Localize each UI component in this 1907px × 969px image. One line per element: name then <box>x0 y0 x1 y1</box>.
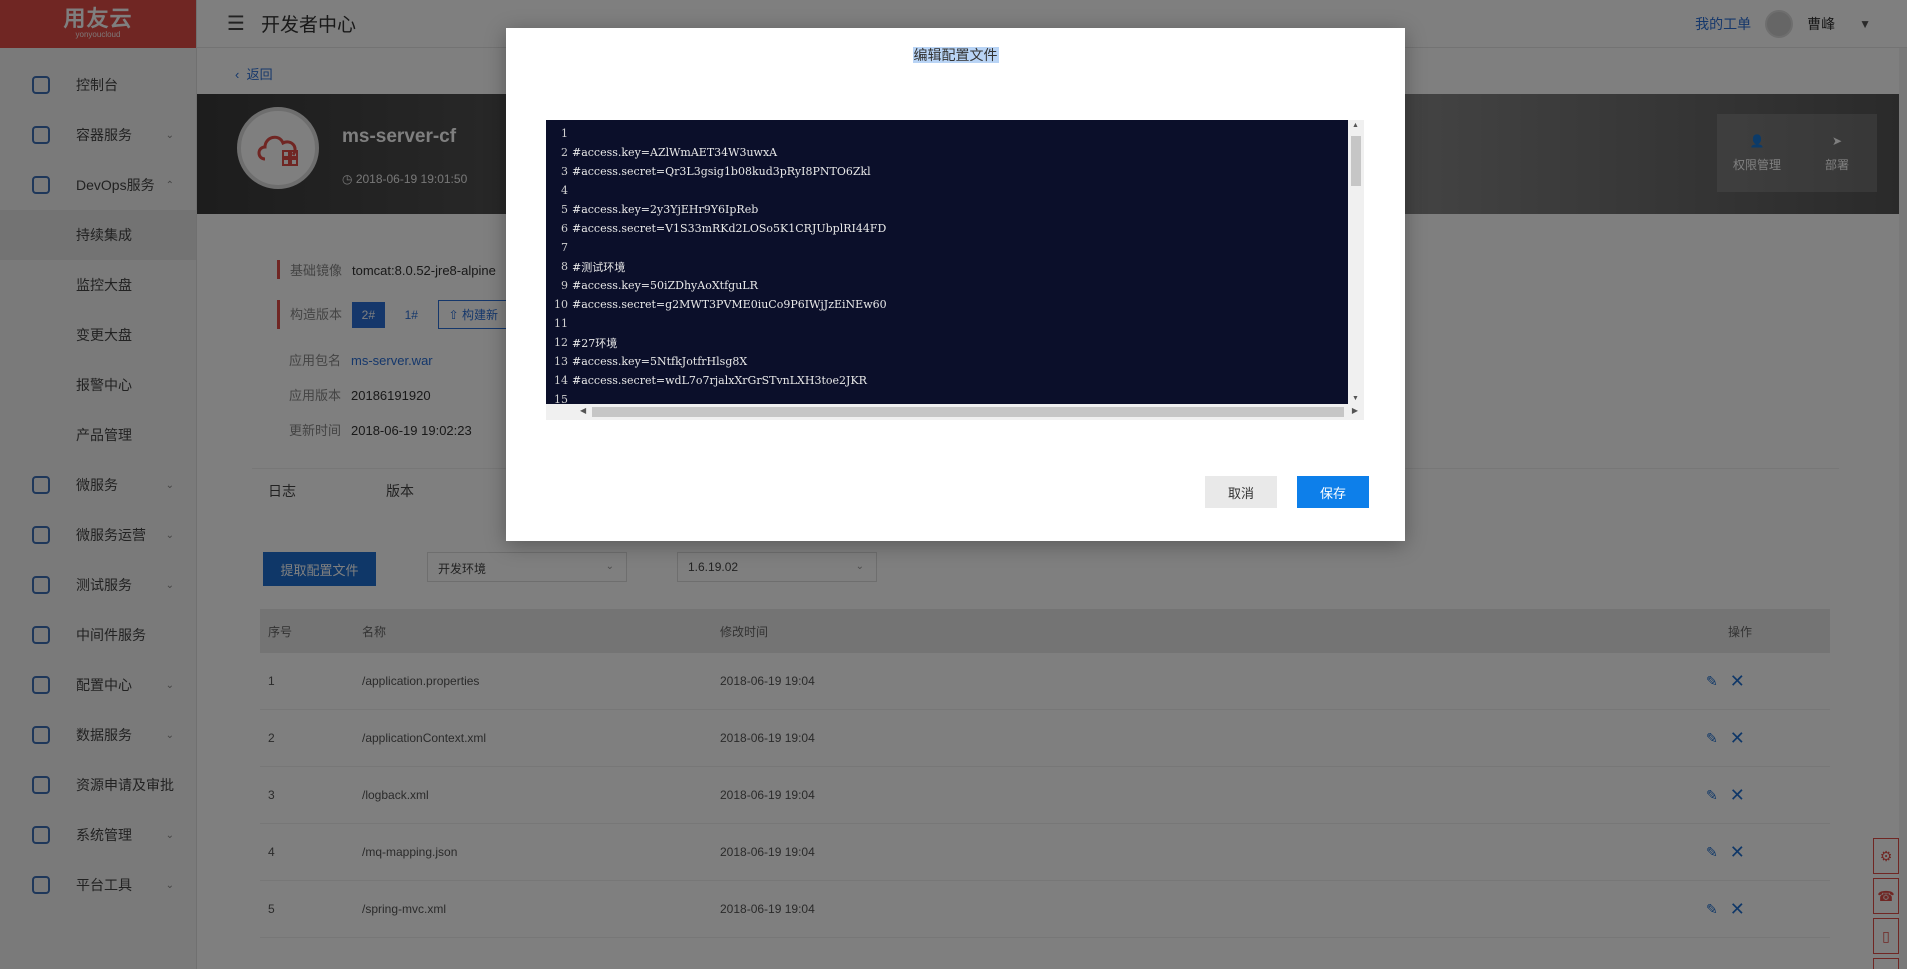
line-number: 4 <box>561 184 568 197</box>
modal-title-text: 编辑配置文件 <box>912 47 999 63</box>
code-line[interactable]: 15 <box>546 390 1348 404</box>
line-number: 5 <box>561 203 568 216</box>
line-text[interactable]: #access.key=AZlWmAET34W3uwxA <box>572 146 777 159</box>
cancel-button[interactable]: 取消 <box>1205 476 1277 508</box>
code-line[interactable]: 9 #access.key=50iZDhyAoXtfguLR <box>546 276 1348 295</box>
modal-title: 编辑配置文件 <box>506 45 1405 65</box>
vertical-scroll-thumb[interactable] <box>1351 136 1361 186</box>
code-line[interactable]: 3 #access.secret=Qr3L3gsig1b08kud3pRyI8PN… <box>546 162 1348 181</box>
line-number: 11 <box>554 317 568 330</box>
line-number: 7 <box>561 241 568 254</box>
code-line[interactable]: 5 #access.key=2y3YjEHr9Y6IpReb <box>546 200 1348 219</box>
code-line[interactable]: 14 #access.secret=wdL7o7rjalxXrGrSTvnLXH3… <box>546 371 1348 390</box>
line-number: 13 <box>554 355 568 368</box>
scroll-left-icon[interactable]: ◀ <box>580 406 586 415</box>
scroll-down-icon[interactable]: ▼ <box>1352 395 1359 402</box>
code-line[interactable]: 8 #测试环境 <box>546 257 1348 276</box>
line-number: 2 <box>561 146 568 159</box>
code-line[interactable]: 13 #access.key=5NtfkJotfrHlsg8X <box>546 352 1348 371</box>
edit-config-modal: 编辑配置文件 1#正式环境 2 #access.key=AZlWmAET34W3uw… <box>506 28 1405 541</box>
line-number: 6 <box>561 222 568 235</box>
code-lines[interactable]: 1#正式环境 2 #access.key=AZlWmAET34W3uwxA 3 #acc… <box>546 120 1348 404</box>
line-text[interactable]: #access.key=5NtfkJotfrHlsg8X <box>572 355 747 368</box>
code-line[interactable]: 6 #access.secret=V1S33mRKd2LOSo5K1CRJUbpl… <box>546 219 1348 238</box>
line-number: 1 <box>561 127 568 140</box>
line-text[interactable]: #access.secret=g2MWT3PVME0iuCo9P6IWjJzEi… <box>572 298 887 311</box>
line-number: 10 <box>554 298 568 311</box>
line-text[interactable]: #access.secret=wdL7o7rjalxXrGrSTvnLXH3to… <box>572 374 867 387</box>
line-number: 15 <box>554 393 568 404</box>
line-text[interactable]: #access.key=50iZDhyAoXtfguLR <box>572 279 758 292</box>
code-line[interactable]: 11 <box>546 314 1348 333</box>
line-number: 8 <box>561 260 568 273</box>
line-text[interactable]: #27环境 <box>572 335 617 351</box>
code-line[interactable]: 12 #27环境 <box>546 333 1348 352</box>
save-button[interactable]: 保存 <box>1297 476 1369 508</box>
line-number: 12 <box>554 336 568 349</box>
code-line[interactable]: 2 #access.key=AZlWmAET34W3uwxA <box>546 143 1348 162</box>
code-line[interactable]: 1#正式环境 <box>546 124 1348 143</box>
line-text[interactable]: #测试环境 <box>572 259 625 275</box>
scroll-up-icon[interactable]: ▲ <box>1352 122 1359 129</box>
horizontal-scroll-thumb[interactable] <box>592 407 1344 417</box>
code-editor[interactable]: 1#正式环境 2 #access.key=AZlWmAET34W3uwxA 3 #acc… <box>546 120 1364 420</box>
line-text[interactable]: #access.secret=V1S33mRKd2LOSo5K1CRJUbplR… <box>572 222 886 235</box>
line-number: 3 <box>561 165 568 178</box>
code-line[interactable]: 4 <box>546 181 1348 200</box>
code-line[interactable]: 10 #access.secret=g2MWT3PVME0iuCo9P6IWjJz… <box>546 295 1348 314</box>
line-text[interactable]: #access.secret=Qr3L3gsig1b08kud3pRyI8PNT… <box>572 165 871 178</box>
vertical-scrollbar[interactable]: ▲ ▼ <box>1348 120 1364 404</box>
line-number: 9 <box>561 279 568 292</box>
code-line[interactable]: 7 <box>546 238 1348 257</box>
line-number: 14 <box>554 374 568 387</box>
horizontal-scrollbar[interactable]: ◀ ▶ <box>546 404 1364 420</box>
scroll-right-icon[interactable]: ▶ <box>1352 406 1358 415</box>
line-text[interactable]: #access.key=2y3YjEHr9Y6IpReb <box>572 203 758 216</box>
